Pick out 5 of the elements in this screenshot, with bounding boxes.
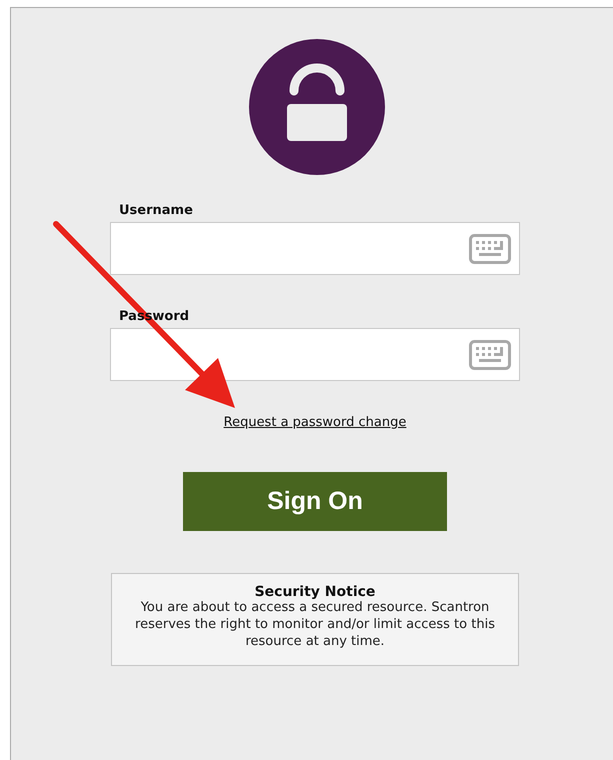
password-change-link[interactable]: Request a password change [224,415,406,430]
notice-text: You are about to access a secured resource. Scantron reserves the right to monitor and/or limit access to this resource at any time. [134,600,496,651]
sign-on-button[interactable]: Sign On [183,472,447,531]
notice-title: Security Notice [254,584,376,600]
field-label: Username [119,203,193,218]
